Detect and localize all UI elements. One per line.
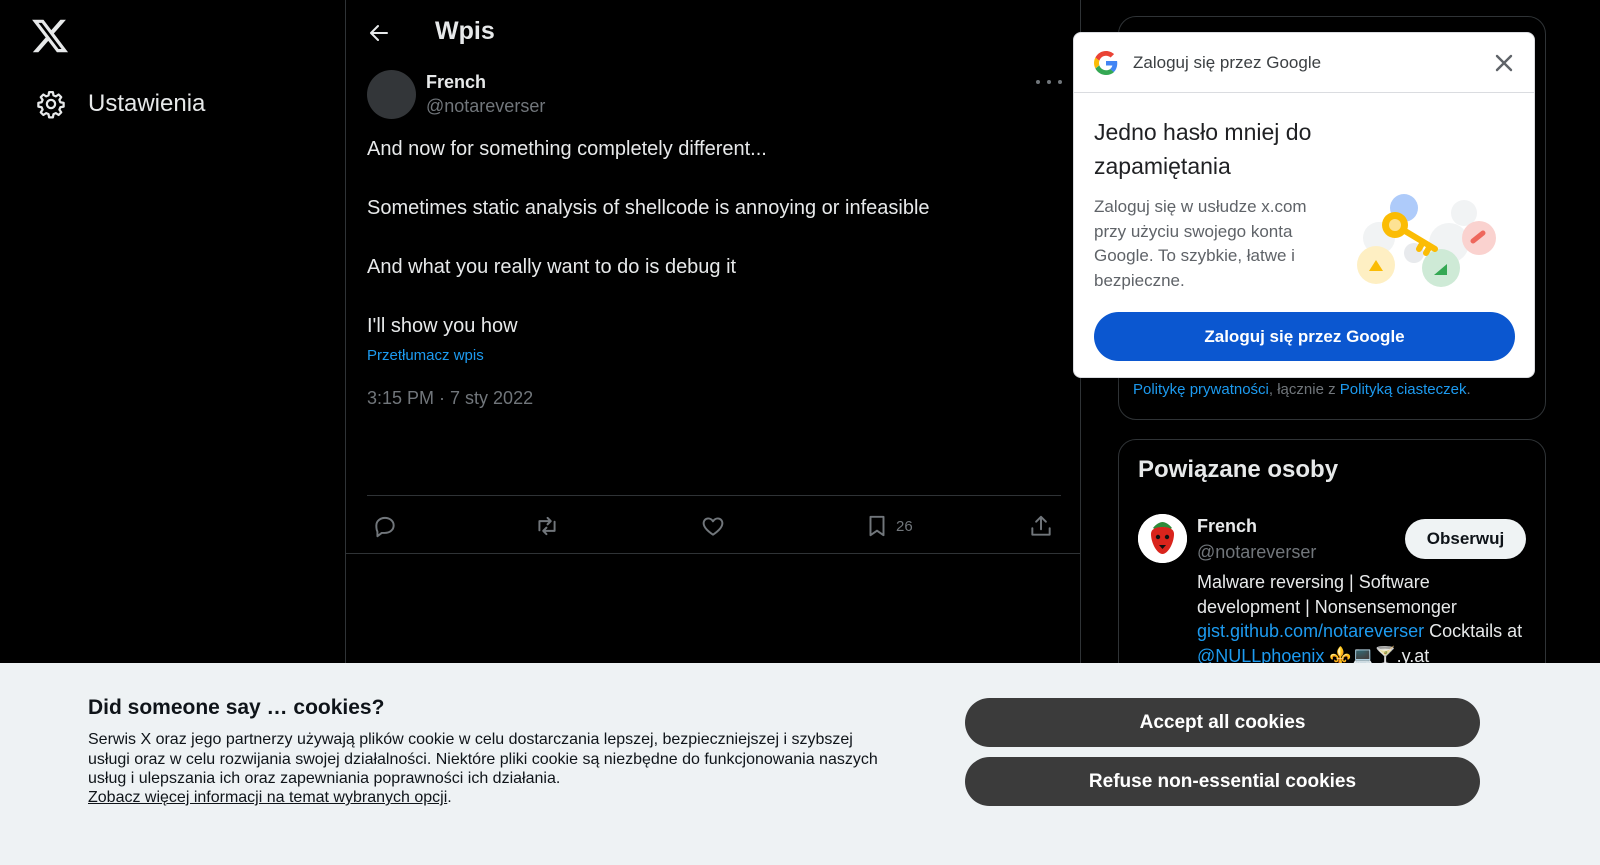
related-people-title: Powiązane osoby: [1138, 456, 1339, 483]
google-popup-title: Jedno hasło mniej do zapamiętania: [1094, 119, 1312, 179]
cookie-banner-title: Did someone say … cookies?: [88, 696, 385, 719]
accept-all-cookies-button[interactable]: Accept all cookies: [965, 698, 1480, 747]
follow-button[interactable]: Obserwuj: [1405, 519, 1526, 559]
related-user-handle[interactable]: @notareverser: [1197, 542, 1316, 563]
arrow-left-icon: [370, 25, 388, 41]
bookmark-count: 26: [896, 517, 913, 535]
author-handle[interactable]: @notareverser: [426, 96, 545, 117]
related-user-avatar[interactable]: [1138, 514, 1187, 563]
divider: [367, 495, 1061, 496]
like-button[interactable]: [700, 506, 726, 546]
gear-icon: [37, 91, 65, 119]
privacy-mid-text: , łącznie z: [1268, 381, 1340, 398]
key-illustration-icon: [1357, 194, 1496, 287]
tweet-text-line: And what you really want to do is debug …: [367, 256, 737, 278]
nav-settings-label: Ustawienia: [88, 90, 206, 117]
author-avatar[interactable]: [367, 70, 416, 119]
related-user-name[interactable]: French: [1197, 516, 1257, 537]
reply-button[interactable]: [372, 506, 398, 546]
refuse-cookies-button[interactable]: Refuse non-essential cookies: [965, 757, 1480, 806]
nav-item-settings[interactable]: Ustawienia: [28, 80, 213, 128]
google-popup-header-text: Zaloguj się przez Google: [1133, 53, 1322, 72]
author-name[interactable]: French: [426, 72, 486, 93]
bookmark-button[interactable]: 26: [864, 506, 913, 546]
bio-gist-link[interactable]: gist.github.com/notareverser: [1197, 621, 1424, 641]
tweet-actions: 26: [367, 506, 1061, 546]
tweet-text-line: Sometimes static analysis of shellcode i…: [367, 197, 930, 219]
more-options-icon[interactable]: [1036, 72, 1062, 92]
privacy-policy-link[interactable]: Politykę prywatności: [1133, 381, 1269, 398]
heart-icon: [702, 517, 724, 536]
tweet-timestamp[interactable]: 3:15 PM · 7 sty 2022: [367, 388, 533, 409]
privacy-notice: Politykę prywatności, łącznie z Polityką…: [1133, 381, 1471, 398]
divider: [346, 553, 1081, 554]
page-title: Wpis: [435, 17, 495, 45]
privacy-suffix: .: [1466, 381, 1471, 398]
close-icon[interactable]: [1492, 51, 1516, 75]
cookie-link-suffix: .: [447, 789, 452, 806]
cookie-info: Zobacz więcej informacji na temat wybran…: [88, 789, 452, 807]
translate-post-link[interactable]: Przetłumacz wpis: [367, 347, 484, 364]
related-user-bio: Malware reversing | Software development…: [1197, 570, 1533, 668]
share-button[interactable]: [1028, 506, 1054, 546]
repost-icon: [538, 516, 556, 536]
repost-button[interactable]: [534, 506, 560, 546]
cookie-banner-body: Serwis X oraz jego partnerzy używają pli…: [88, 731, 878, 787]
google-logo-icon: [1094, 51, 1118, 75]
google-popup-description: Zaloguj się w usłudze x.com przy użyciu …: [1094, 197, 1307, 290]
share-icon: [1031, 515, 1051, 536]
reply-icon: [375, 516, 395, 538]
tweet-text-line: I'll show you how: [367, 315, 518, 337]
google-signin-button[interactable]: Zaloguj się przez Google: [1094, 312, 1515, 361]
bio-text: Malware reversing | Software development…: [1197, 572, 1457, 617]
cookie-banner: Did someone say … cookies? Serwis X oraz…: [0, 663, 1600, 865]
back-button[interactable]: [364, 18, 394, 48]
google-popup-header: Zaloguj się przez Google: [1074, 33, 1534, 93]
google-signin-popup: Zaloguj się przez Google Jedno hasło mni…: [1073, 32, 1535, 378]
cookie-policy-link[interactable]: Polityką ciasteczek: [1340, 381, 1467, 398]
cookie-more-info-link[interactable]: Zobacz więcej informacji na temat wybran…: [88, 789, 447, 806]
main-header: Wpis: [346, 0, 1081, 66]
bio-text: Cocktails at: [1424, 621, 1523, 641]
bookmark-icon: [869, 515, 885, 537]
tweet-text-line: And now for something completely differe…: [367, 138, 767, 160]
x-logo-icon[interactable]: [30, 16, 70, 56]
